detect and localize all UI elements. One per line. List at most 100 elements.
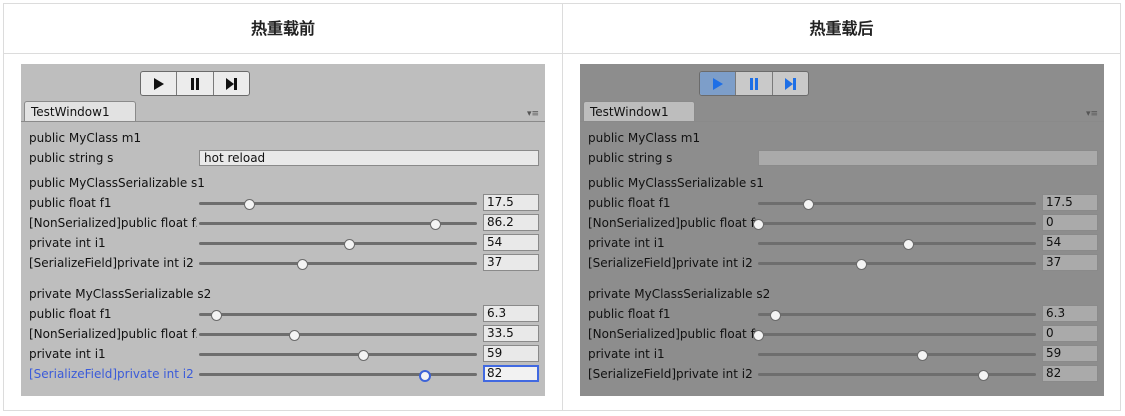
field-value-input[interactable]: 82 [1042,365,1098,382]
field-value-input[interactable]: 59 [483,345,539,362]
string-field-input[interactable]: hot reload [199,150,539,166]
slider-thumb[interactable] [419,370,432,382]
field-value-input[interactable]: 37 [483,254,539,271]
play-button[interactable] [700,72,737,95]
field-value-input[interactable]: 54 [1042,234,1098,251]
slider-thumb[interactable] [296,259,308,270]
class-field-label: public MyClass m1 [588,131,701,145]
pause-button[interactable] [177,72,214,95]
field-value-input[interactable]: 37 [1042,254,1098,271]
slider-track[interactable] [199,239,477,250]
field-value-input[interactable]: 0 [1042,325,1098,342]
slider-thumb[interactable] [855,259,867,270]
field-value-input[interactable]: 33.5 [483,325,539,342]
group-header: private MyClassSerializable s2 [588,287,771,301]
string-field-label: public string s [29,151,114,165]
playmode-controls [699,71,809,96]
panel-after: 热重载后 TestWindow1 ▾≡ public MyClass m1 public… [563,4,1120,410]
slider-thumb[interactable] [430,219,442,230]
field-label: [NonSerialized]public float f2 [588,327,756,341]
slider-track[interactable] [199,330,477,341]
field-label: public float f1 [29,196,112,210]
slider-track[interactable] [758,239,1036,250]
group-header: public MyClassSerializable s1 [588,176,764,190]
field-label: public float f1 [29,307,112,321]
slider-thumb[interactable] [753,219,764,230]
panel-title: 热重载后 [563,4,1120,54]
field-label: [SerializeField]private int i2 [29,367,194,381]
step-button[interactable] [214,72,249,95]
slider-thumb[interactable] [344,239,356,250]
field-label: private int i1 [29,347,106,361]
field-value-input[interactable]: 0 [1042,214,1098,231]
slider-thumb[interactable] [903,239,915,250]
slider-thumb[interactable] [210,310,222,321]
slider-track[interactable] [758,199,1036,210]
slider-track[interactable] [199,350,477,361]
slider-thumb[interactable] [753,330,764,341]
field-value-input[interactable]: 82 [483,365,539,382]
panel-before: 热重载前 TestWindow1 ▾≡ public MyClass m1 public… [4,4,563,410]
pause-button[interactable] [736,72,773,95]
field-label: public float f1 [588,196,671,210]
play-toolbar [580,64,1104,98]
slider-track[interactable] [753,219,1036,230]
play-toolbar [21,64,545,98]
field-value-input[interactable]: 17.5 [483,194,539,211]
string-field-input[interactable] [758,150,1098,166]
field-value-input[interactable]: 86.2 [483,214,539,231]
tab-testwindow1[interactable]: TestWindow1 [583,101,695,121]
field-value-input[interactable]: 6.3 [1042,305,1098,322]
play-button[interactable] [141,72,178,95]
playmode-controls [140,71,250,96]
field-value-input[interactable]: 54 [483,234,539,251]
step-icon [785,77,797,90]
field-value-input[interactable]: 17.5 [1042,194,1098,211]
slider-track[interactable] [199,199,477,210]
panel-title: 热重载前 [4,4,562,54]
field-value-input[interactable]: 59 [1042,345,1098,362]
field-label: [NonSerialized]public float f2 [588,216,756,230]
group-header: private MyClassSerializable s2 [29,287,212,301]
step-button[interactable] [773,72,808,95]
inspector-content: public MyClass m1 public string s hot relo… [21,121,545,396]
slider-thumb[interactable] [917,350,929,361]
tab-menu-icon[interactable]: ▾≡ [527,109,539,119]
slider-track[interactable] [199,219,477,230]
slider-track[interactable] [758,259,1036,270]
field-value-input[interactable]: 6.3 [483,305,539,322]
slider-thumb[interactable] [288,330,300,341]
tab-bar: TestWindow1 ▾≡ [21,100,545,121]
slider-track[interactable] [753,330,1036,341]
unity-editor-window: TestWindow1 ▾≡ public MyClass m1 public str… [21,64,545,396]
pause-icon [749,77,758,90]
comparison-table: 热重载前 TestWindow1 ▾≡ public MyClass m1 public… [3,3,1121,411]
tab-menu-icon[interactable]: ▾≡ [1086,109,1098,119]
step-icon [226,77,238,90]
field-label: public float f1 [588,307,671,321]
slider-thumb[interactable] [769,310,781,321]
field-label: private int i1 [588,347,665,361]
tab-bar: TestWindow1 ▾≡ [580,100,1104,121]
class-field-label: public MyClass m1 [29,131,142,145]
tab-testwindow1[interactable]: TestWindow1 [24,101,136,121]
slider-track[interactable] [758,350,1036,361]
field-label: [SerializeField]private int i2 [588,367,753,381]
inspector-content: public MyClass m1 public string s public M… [580,121,1104,396]
slider-thumb[interactable] [244,199,256,210]
field-label: [SerializeField]private int i2 [588,256,753,270]
field-label: [NonSerialized]public float f2 [29,216,197,230]
slider-track[interactable] [199,370,477,382]
slider-thumb[interactable] [358,350,370,361]
pause-icon [190,77,199,90]
slider-track[interactable] [758,370,1036,381]
slider-track[interactable] [199,259,477,270]
slider-track[interactable] [199,310,477,321]
slider-track[interactable] [758,310,1036,321]
slider-thumb[interactable] [803,199,815,210]
field-label: [SerializeField]private int i2 [29,256,194,270]
field-label: private int i1 [29,236,106,250]
play-icon [712,77,723,90]
slider-thumb[interactable] [978,370,990,381]
string-field-label: public string s [588,151,673,165]
